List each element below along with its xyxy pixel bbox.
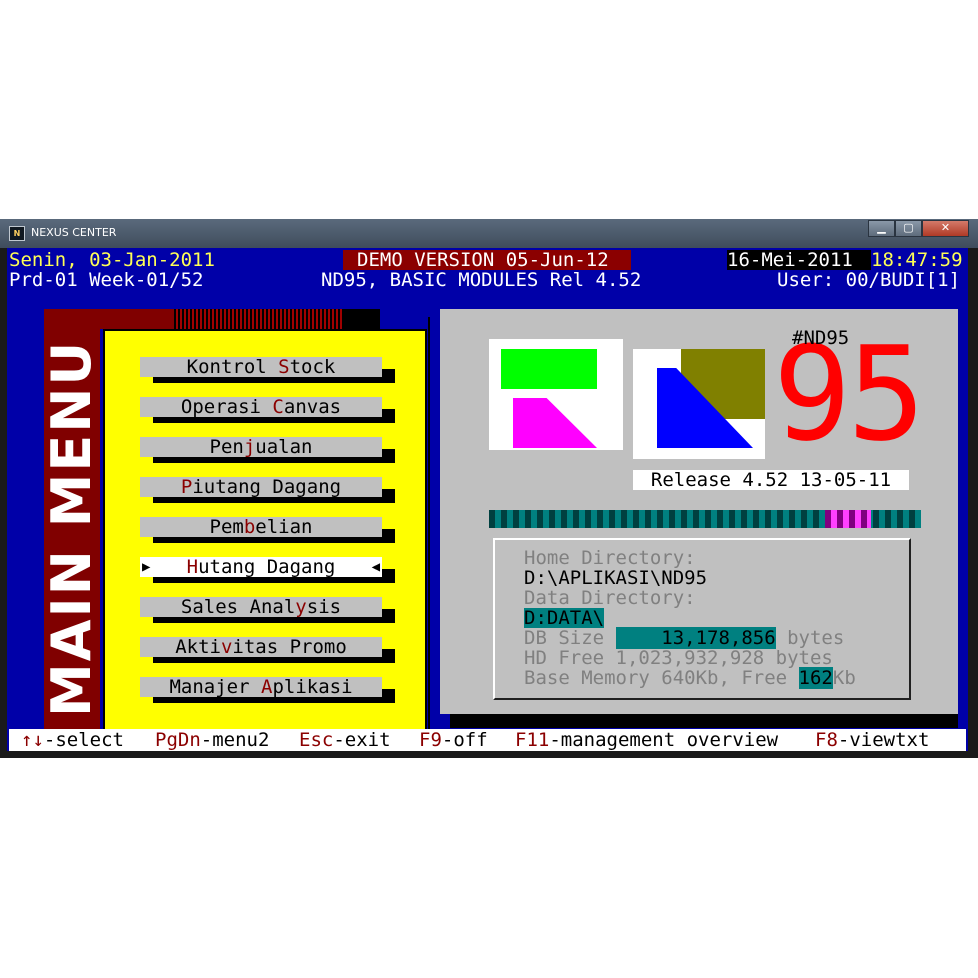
menu-hotkey: H	[186, 556, 199, 578]
menu-item-text: plikasi	[272, 676, 353, 698]
menu-hotkey: v	[220, 636, 233, 658]
menu-item-text: Akti	[175, 636, 221, 658]
menu-item-text: sis	[306, 596, 342, 618]
menu-item[interactable]: Piutang Dagang	[140, 477, 382, 497]
demo-label: DEMO VERSION 05-Jun-12	[357, 249, 609, 271]
menu-item[interactable]: Operasi Canvas	[140, 397, 382, 417]
shortcut-label: -management overview	[549, 729, 779, 751]
shortcut-label: -exit	[333, 729, 391, 751]
console-area: Senin, 03-Jan-2011 DEMO VERSION 05-Jun-1…	[7, 248, 968, 751]
shortcut-key: F9	[419, 729, 442, 751]
menu-item-text: ualan	[255, 436, 313, 458]
memory-unit: Kb	[832, 667, 856, 689]
menu-hotkey: j	[243, 436, 256, 458]
shortcut-hint[interactable]: ↑↓-select	[21, 730, 124, 750]
selection-arrow-right-icon: ◀	[371, 559, 380, 575]
header-date-right: 16-Mei-2011	[727, 249, 853, 271]
menu-item-text: Manajer	[169, 676, 261, 698]
data-dir-label: Data Directory:	[524, 587, 696, 609]
menu-item[interactable]: Sales Analysis	[140, 597, 382, 617]
shortcut-key: ↑↓	[21, 729, 44, 751]
menu-hotkey: S	[278, 356, 290, 378]
main-menu-title: MAIN MENU	[40, 339, 103, 717]
shortcut-hint[interactable]: F9-off	[419, 730, 488, 750]
header-time: 18:47:59	[871, 249, 963, 271]
menu-item-text: utang Dagang	[198, 556, 336, 578]
hd-free: HD Free 1,023,932,928 bytes	[524, 647, 833, 669]
menu-item-text: elian	[255, 516, 313, 538]
maximize-button[interactable]: ▢	[895, 220, 922, 237]
shortcut-key: PgDn	[155, 729, 201, 751]
memory-label: Base Memory 640Kb, Free	[524, 667, 799, 689]
title-bar[interactable]: N NEXUS CENTER ▁ ▢ ✕	[0, 219, 978, 248]
status-bar: ↑↓-select PgDn-menu2 Esc-exit F9-off F11-man…	[9, 729, 966, 751]
menu-item-text: anvas	[283, 396, 342, 418]
shortcut-label: -off	[441, 729, 488, 751]
shortcut-label: -select	[43, 729, 124, 751]
shortcut-label: -viewtxt	[837, 729, 930, 751]
menu-item-text: Operasi	[180, 396, 273, 418]
menu-item-text: itas Promo	[232, 636, 347, 658]
release-label: Release 4.52 13-05-11	[633, 470, 909, 490]
window-title: NEXUS CENTER	[31, 226, 117, 239]
shortcut-label: -menu2	[200, 729, 270, 751]
logo-n-green	[501, 349, 597, 389]
header-user: User: 00/BUDI[1]	[777, 269, 961, 291]
db-size-unit: bytes	[775, 627, 845, 649]
data-dir-value: D:DATA\	[524, 607, 605, 629]
menu-item-text: Pen	[209, 436, 244, 458]
shortcut-key: F8	[815, 729, 838, 751]
shortcut-hint[interactable]: Esc-exit	[299, 730, 391, 750]
header-product: ND95, BASIC MODULES Rel 4.52	[321, 269, 642, 291]
db-size-row: DB Size 13,178,856 bytes	[524, 627, 845, 649]
menu-item[interactable]: Aktivitas Promo	[140, 637, 382, 657]
menu-hotkey: b	[243, 516, 256, 538]
menu-hotkey: P	[180, 476, 193, 498]
db-size-value: 13,178,856	[615, 627, 776, 649]
memory-row: Base Memory 640Kb, Free 162Kb	[524, 667, 856, 689]
home-dir-value: D:\APLIKASI\ND95	[524, 567, 708, 589]
shortcut-hint[interactable]: F8-viewtxt	[815, 730, 929, 750]
panel-shadow	[450, 714, 958, 728]
menu-item[interactable]: Pembelian	[140, 517, 382, 537]
app-window: N NEXUS CENTER ▁ ▢ ✕ Senin, 03-Jan-2011 …	[0, 219, 978, 758]
minimize-button[interactable]: ▁	[868, 220, 895, 237]
close-button[interactable]: ✕	[922, 220, 969, 237]
shortcut-hint[interactable]: PgDn-menu2	[155, 730, 269, 750]
divider	[428, 317, 430, 737]
shortcut-hint[interactable]: F11-management overview	[515, 730, 778, 750]
menu-hotkey: y	[295, 596, 307, 618]
menu-item[interactable]: Hutang Dagang ▶ ◀	[140, 557, 382, 577]
menu-item[interactable]: Penjualan	[140, 437, 382, 457]
header-period: Prd-01 Week-01/52	[9, 269, 204, 291]
shortcut-key: F11	[515, 729, 550, 751]
menu-item[interactable]: Kontrol Stock	[140, 357, 382, 377]
menu-item-text: iutang Dagang	[192, 476, 342, 498]
menu-item-text: Sales Anal	[180, 596, 296, 618]
menu-item-text: tock	[289, 356, 336, 378]
menu-item-text: Kontrol	[186, 356, 279, 378]
db-size-label: DB Size	[524, 627, 616, 649]
menu-item[interactable]: Manajer Aplikasi	[140, 677, 382, 697]
menu-hotkey: A	[260, 676, 273, 698]
progress-marker	[825, 510, 871, 528]
menu-hotkey: C	[272, 396, 284, 418]
shortcut-key: Esc	[299, 729, 334, 751]
progress-bar	[489, 510, 921, 528]
selection-arrow-left-icon: ▶	[142, 559, 151, 575]
memory-value: 162	[798, 667, 833, 689]
header-date: Senin, 03-Jan-2011	[9, 249, 215, 271]
logo-tag: #ND95	[792, 327, 850, 349]
menu-item-text: Pem	[209, 516, 244, 538]
home-dir-label: Home Directory:	[524, 547, 696, 569]
app-icon: N	[9, 226, 25, 241]
